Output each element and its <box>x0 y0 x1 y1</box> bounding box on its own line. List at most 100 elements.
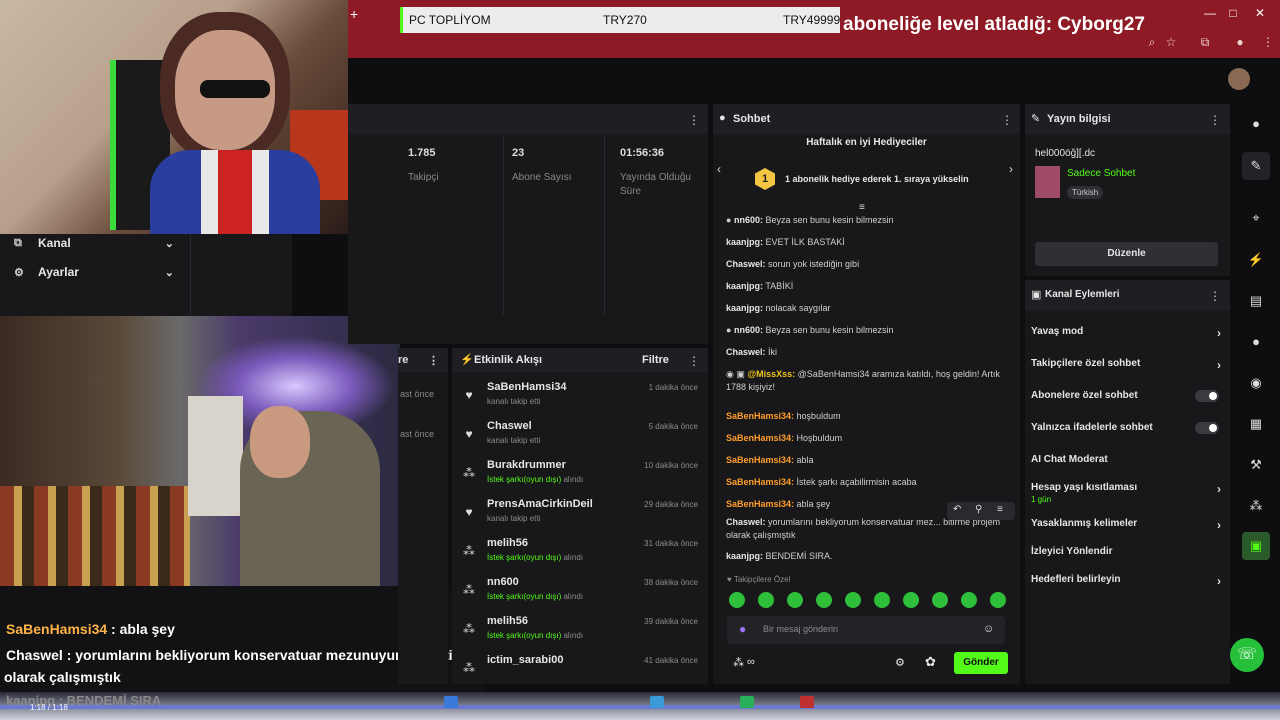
channel-action-row[interactable]: Hesap yaşı kısıtlaması 1 gün › <box>1031 482 1221 504</box>
chat-message[interactable]: kaanjpg: nolacak saygılar <box>726 302 1006 315</box>
activity-username[interactable]: SaBenHamsi34 <box>487 381 567 393</box>
emote-icon[interactable] <box>932 592 948 608</box>
document-icon[interactable]: ▤ <box>1242 287 1270 315</box>
activity-item[interactable]: ⁂ Burakdrummer İstek şarkı(oyun dışı) alın… <box>452 456 708 494</box>
new-tab-button[interactable]: + <box>350 6 360 22</box>
activity-item[interactable]: ⁂ ictim_sarabi00 41 dakika önce <box>452 651 708 689</box>
reply-icon[interactable]: ↶ <box>953 504 961 515</box>
chat-username[interactable]: SaBenHamsi34: <box>726 411 794 421</box>
emote-icon[interactable] <box>787 592 803 608</box>
emote-icon[interactable] <box>874 592 890 608</box>
activity-item[interactable]: ⁂ nn600 İstek şarkı(oyun dışı) alındı 38 da… <box>452 573 708 611</box>
gift-icon[interactable]: ✿ <box>925 654 936 670</box>
activity-username[interactable]: ictim_sarabi00 <box>487 654 563 666</box>
minimize-button[interactable]: — <box>1200 6 1220 22</box>
chat-message[interactable]: kaanjpg: TABİKİ <box>726 280 1006 293</box>
activity-username[interactable]: Burakdrummer <box>487 459 566 471</box>
chat-username[interactable]: SaBenHamsi34: <box>726 433 794 443</box>
toggle-switch[interactable] <box>1195 390 1219 402</box>
profile-icon[interactable]: ● <box>1232 35 1248 51</box>
kebab-menu-icon[interactable]: ⋮ <box>428 354 439 367</box>
collapse-icon[interactable]: ≡ <box>859 202 865 213</box>
activity-username[interactable]: melih56 <box>487 615 528 627</box>
activity-item[interactable]: ♥ Chaswel kanalı takip etti 5 dakika önce <box>452 417 708 455</box>
info-icon[interactable]: ● <box>1242 110 1270 138</box>
extensions-icon[interactable]: ⧉ <box>1197 35 1213 51</box>
chat-username[interactable]: kaanjpg: <box>726 237 763 247</box>
star-icon[interactable]: ☆ <box>1163 35 1179 51</box>
more-icon[interactable]: ≡ <box>997 504 1003 515</box>
emoji-icon[interactable]: ☺ <box>983 623 994 635</box>
chevron-right-icon[interactable]: › <box>1009 162 1013 176</box>
points-icon[interactable]: ⁂ <box>733 656 744 669</box>
activity-username[interactable]: nn600 <box>487 576 519 588</box>
chat-message[interactable]: SaBenHamsi34: abla <box>726 454 1006 467</box>
chat-username[interactable]: nn600: <box>734 215 763 225</box>
chat-username[interactable]: kaanjpg: <box>726 551 763 561</box>
pin-icon[interactable]: ⚲ <box>975 504 982 515</box>
channel-action-row[interactable]: İzleyici Yönlendir <box>1031 546 1221 566</box>
sidebar-item-kanal[interactable]: ⧉ Kanal ⌄ <box>0 230 190 256</box>
edit-button[interactable]: Düzenle <box>1035 242 1218 266</box>
target-icon[interactable]: ⌖ <box>1242 204 1270 232</box>
channel-action-row[interactable]: Hedefleri belirleyin › <box>1031 574 1221 594</box>
activity-username[interactable]: Chaswel <box>487 420 532 432</box>
chat-username[interactable]: SaBenHamsi34: <box>726 499 794 509</box>
channel-action-row[interactable]: AI Chat Moderat <box>1031 454 1221 474</box>
zoom-icon[interactable]: ⌕ <box>1144 35 1160 51</box>
channel-action-row[interactable]: Yasaklanmış kelimeler › <box>1031 518 1221 538</box>
activity-item[interactable]: ⁂ melih56 İstek şarkı(oyun dışı) alındı 31 … <box>452 534 708 572</box>
chat-message[interactable]: ● nn600: Beyza sen bunu kesin bilmezsin <box>726 214 1006 227</box>
activity-username[interactable]: PrensAmaCirkinDeil <box>487 498 593 510</box>
settings-icon[interactable]: ⚙ <box>895 656 905 669</box>
chat-username[interactable]: Chaswel: <box>726 259 766 269</box>
emote-icon[interactable] <box>816 592 832 608</box>
chat-username[interactable]: Chaswel: <box>726 517 766 527</box>
maximize-button[interactable]: □ <box>1223 6 1243 22</box>
emote-icon[interactable] <box>990 592 1006 608</box>
chat-message[interactable]: kaanjpg: EVET İLK BASTAKİ <box>726 236 1006 249</box>
chat-message[interactable]: SaBenHamsi34: Hoşbuldum <box>726 432 1006 445</box>
video-progress-bar[interactable] <box>0 705 1280 709</box>
help-button[interactable]: ☏ <box>1230 638 1264 672</box>
wrench-icon[interactable]: ⚒ <box>1242 451 1270 479</box>
layers-icon[interactable]: ▦ <box>1242 410 1270 438</box>
chat-message[interactable]: kaanjpg: BENDEMİ SIRA. <box>726 550 1006 563</box>
channel-action-row[interactable]: Yalnızca ifadelerle sohbet <box>1031 422 1221 442</box>
pencil-icon[interactable]: ✎ <box>1242 152 1270 180</box>
toggle-switch[interactable] <box>1195 422 1219 434</box>
chat-message[interactable]: SaBenHamsi34: hoşbuldum <box>726 410 1006 423</box>
chat-username[interactable]: nn600: <box>734 325 763 335</box>
app-icon[interactable] <box>800 696 814 708</box>
chat-username[interactable]: @MissXss: <box>747 369 795 379</box>
bolt-icon[interactable]: ⚡ <box>1242 246 1270 274</box>
channel-action-row[interactable]: Yavaş mod › <box>1031 326 1221 346</box>
activity-item[interactable]: ♥ PrensAmaCirkinDeil kanalı takip etti 29 d… <box>452 495 708 533</box>
kebab-menu-icon[interactable]: ⋮ <box>688 113 700 127</box>
chat-message[interactable]: SaBenHamsi34: İstek şarkı açabilirmisin … <box>726 476 1006 489</box>
chat-username[interactable]: Chaswel: <box>726 347 766 357</box>
channel-action-row[interactable]: Takipçilere özel sohbet › <box>1031 358 1221 378</box>
activity-item[interactable]: ⁂ melih56 İstek şarkı(oyun dışı) alındı 39 … <box>452 612 708 650</box>
chevron-left-icon[interactable]: ‹ <box>717 162 721 176</box>
channel-action-row[interactable]: Abonelere özel sohbet <box>1031 390 1221 410</box>
chat-message[interactable]: ◉ ▣ @MissXss: @SaBenHamsi34 aramıza katı… <box>726 368 1006 394</box>
kebab-menu-icon[interactable]: ⋮ <box>1001 113 1013 127</box>
close-button[interactable]: ✕ <box>1250 6 1270 22</box>
app-icon[interactable]: ▣ <box>1242 532 1270 560</box>
send-button[interactable]: Gönder <box>954 652 1008 674</box>
kebab-menu-icon[interactable]: ⋮ <box>1209 113 1221 127</box>
mic-icon[interactable]: ● <box>739 622 746 636</box>
emote-icon[interactable] <box>758 592 774 608</box>
share-icon[interactable]: ⁂ <box>1242 492 1270 520</box>
filter-button[interactable]: Filtre <box>642 354 669 366</box>
menu-icon[interactable]: ⋮ <box>1260 35 1276 51</box>
start-icon[interactable] <box>444 696 458 708</box>
activity-username[interactable]: melih56 <box>487 537 528 549</box>
category-name[interactable]: Sadece Sohbet <box>1067 168 1135 179</box>
app-icon[interactable] <box>740 696 754 708</box>
chat-bubble-icon[interactable]: ● <box>1242 328 1270 356</box>
chat-message[interactable]: ● nn600: Beyza sen bunu kesin bilmezsin <box>726 324 1006 337</box>
kebab-menu-icon[interactable]: ⋮ <box>1209 289 1221 303</box>
chat-username[interactable]: SaBenHamsi34: <box>726 455 794 465</box>
